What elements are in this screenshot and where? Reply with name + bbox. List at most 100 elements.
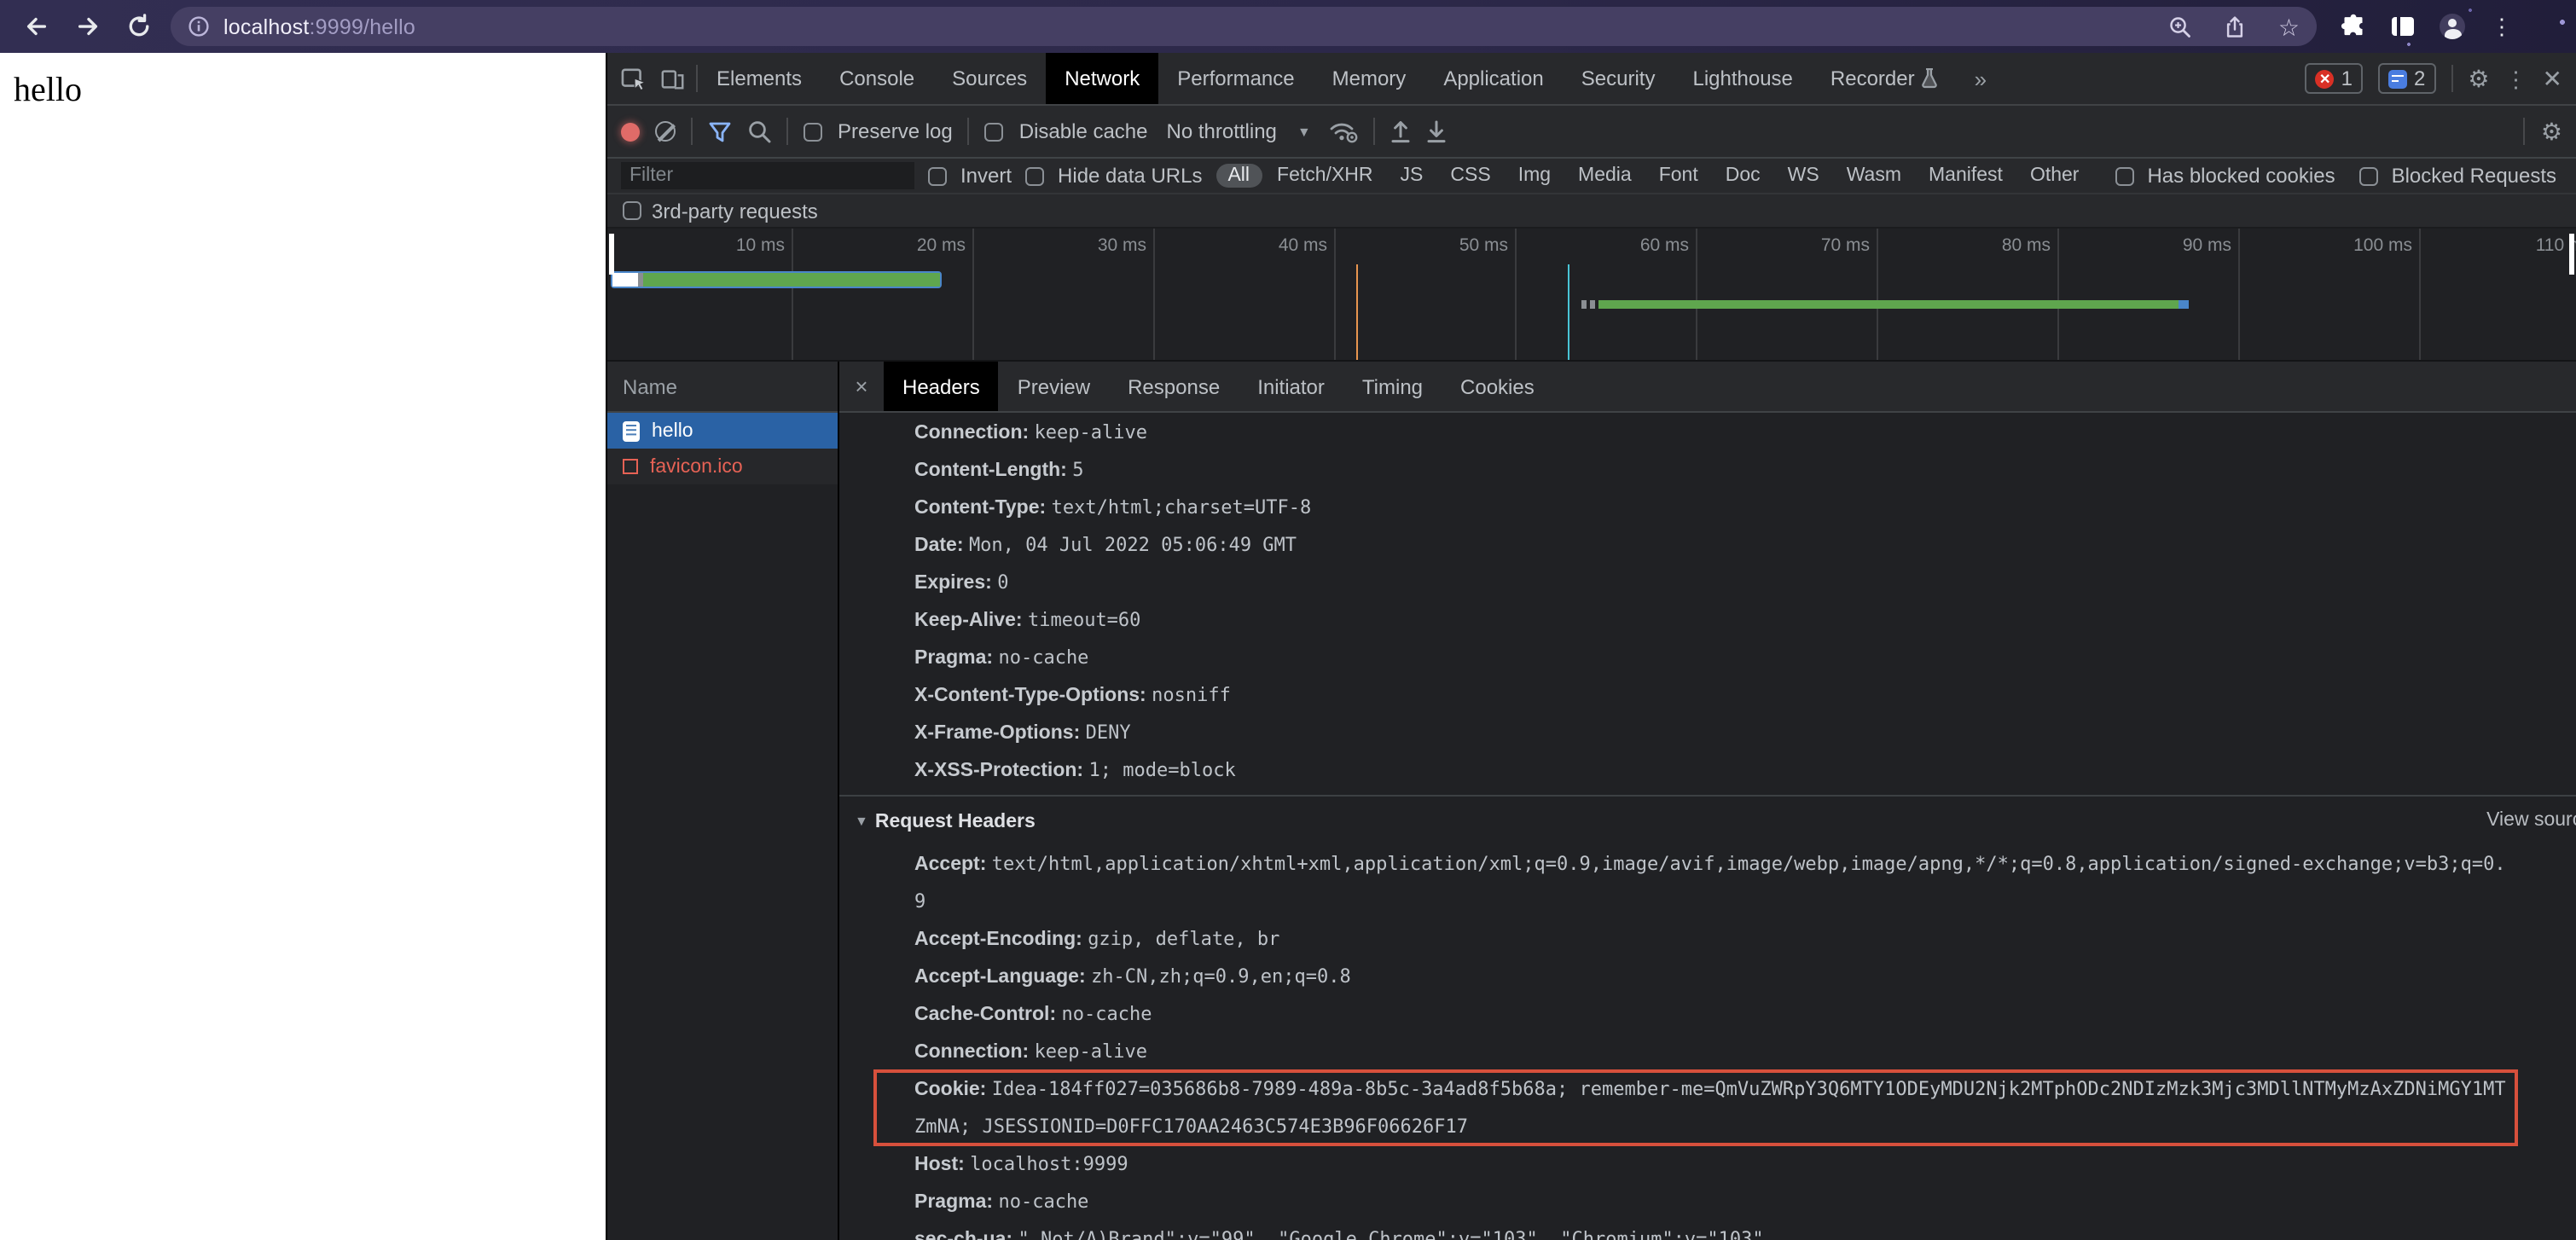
devtools-tab[interactable]: Performance [1158,53,1313,104]
divider [2523,118,2526,145]
details-tab[interactable]: Response [1109,362,1239,411]
third-party-label[interactable]: 3rd-party requests [652,199,818,223]
request-type-chip[interactable]: JS [1389,164,1436,188]
request-type-chip[interactable]: Media [1566,164,1644,188]
side-panel-icon[interactable] [2392,17,2414,36]
request-type-chip[interactable]: Wasm [1835,164,1913,188]
hide-data-urls-label[interactable]: Hide data URLs [1058,164,1202,188]
request-list: hello favicon.ico [607,413,838,484]
device-toolbar-icon[interactable] [660,66,686,91]
has-blocked-cookies-checkbox[interactable] [2115,166,2134,185]
overview-right-handle[interactable] [2569,234,2574,275]
blocked-requests-label[interactable]: Blocked Requests [2392,164,2556,188]
has-blocked-cookies-label[interactable]: Has blocked cookies [2147,164,2335,188]
settings-gear-icon[interactable]: ⚙ [2468,67,2489,90]
request-type-chip[interactable]: Fetch/XHR [1265,164,1385,188]
details-tab[interactable]: Preview [999,362,1109,411]
devtools-close-icon[interactable]: ✕ [2543,64,2562,93]
preserve-log-checkbox[interactable] [804,122,822,141]
details-close-icon[interactable]: × [839,374,884,399]
divider [1373,118,1376,145]
throttling-select[interactable]: No throttling ▼ [1163,119,1314,143]
request-type-chip[interactable]: Other [2018,164,2092,188]
overview-left-handle[interactable] [609,234,614,275]
disclosure-triangle-icon[interactable]: ▼ [855,803,868,841]
network-settings-gear-icon[interactable]: ⚙ [2541,119,2562,143]
third-party-checkbox[interactable] [623,201,641,220]
export-har-icon[interactable] [1391,119,1412,143]
zoom-icon[interactable] [2169,14,2193,38]
section-title[interactable]: Request Headers [875,812,1036,832]
search-icon[interactable] [747,119,771,143]
waterfall-bar-hello[interactable] [611,271,942,288]
devtools-tab[interactable]: Lighthouse [1674,53,1811,104]
inspect-element-icon[interactable] [621,66,648,91]
back-icon[interactable] [20,11,51,42]
filter-input[interactable] [621,162,914,189]
details-tab[interactable]: Timing [1343,362,1442,411]
preserve-log-label[interactable]: Preserve log [838,119,953,143]
request-name-column: Name hello favicon.ico [607,362,839,1240]
name-column-header[interactable]: Name [607,362,838,413]
disable-cache-checkbox[interactable] [984,122,1004,141]
more-tabs-chevrons[interactable]: » [1958,66,2004,91]
chevron-down-icon: ▼ [1297,124,1311,139]
devtools-tab[interactable]: Elements [698,53,821,104]
request-row[interactable]: favicon.ico [607,449,838,484]
request-type-chip[interactable]: Font [1647,164,1710,188]
timeline-gridline [2238,229,2240,360]
browser-menu-kebab-icon[interactable]: ⋮ [2491,15,2513,38]
waterfall-segment-waiting [612,273,638,287]
request-type-chip[interactable]: WS [1776,164,1831,188]
record-button[interactable] [621,122,640,141]
header-value: no-cache [998,1191,1089,1213]
request-type-chip[interactable]: Doc [1714,164,1772,188]
import-har-icon[interactable] [1427,119,1448,143]
clear-icon[interactable] [655,121,676,142]
network-conditions-icon[interactable] [1330,119,1359,143]
disable-cache-label[interactable]: Disable cache [1019,119,1148,143]
devtools-tab[interactable]: Network [1046,53,1159,104]
invert-checkbox[interactable] [928,166,947,185]
devtools-menu-kebab-icon[interactable]: ⋮ [2505,67,2527,90]
devtools-tab[interactable]: Security [1563,53,1674,104]
url-bar[interactable]: localhost:9999/hello ☆ [171,7,2317,46]
devtools-tab[interactable]: Sources [933,53,1046,104]
view-source-link[interactable]: View source [2486,802,2576,839]
details-tab[interactable]: Headers [884,362,999,411]
error-badge[interactable]: ✕ 1 [2305,63,2364,94]
details-tab[interactable]: Initiator [1239,362,1343,411]
issues-badge[interactable]: 2 [2378,63,2436,94]
details-tab[interactable]: Cookies [1442,362,1553,411]
hide-data-urls-checkbox[interactable] [1025,166,1045,185]
header-value: timeout=60 [1027,609,1141,631]
site-info-icon[interactable] [188,15,210,38]
request-headers-list: Accept: text/html,application/xhtml+xml,… [839,841,2576,1240]
devtools-tab[interactable]: Console [821,53,933,104]
reload-icon[interactable] [123,11,154,42]
request-type-chip[interactable]: All [1215,164,1262,188]
request-row[interactable]: hello [607,413,838,449]
timeline-tick-label: 20 ms [916,235,966,256]
filter-funnel-icon[interactable] [708,120,732,142]
devtools-tab[interactable]: Memory [1314,53,1425,104]
share-icon[interactable] [2224,14,2248,38]
devtools-tab[interactable]: Application [1424,53,1562,104]
request-type-chip[interactable]: CSS [1438,164,1502,188]
header-value: 5 [1072,459,1084,481]
profile-avatar[interactable] [2440,14,2465,39]
devtools-tabbar: Elements Console Sources Network Perform… [607,53,2576,106]
forward-icon[interactable] [72,11,102,42]
request-type-chips: All Fetch/XHR JS CSS Img Media Font Doc WS Wasm Ma… [1215,164,2091,188]
header-name: Host: [914,1155,965,1175]
waterfall-bar-favicon[interactable] [1581,300,2190,309]
invert-label[interactable]: Invert [960,164,1012,188]
bookmark-star-icon[interactable]: ☆ [2278,14,2300,38]
blocked-requests-checkbox[interactable] [2358,166,2378,185]
request-type-chip[interactable]: Manifest [1917,164,2015,188]
extensions-puzzle-icon[interactable] [2341,14,2366,39]
network-overview-timeline[interactable]: 10 ms 20 ms 30 ms 40 ms 50 ms 60 ms 70 ms 80 ms… [607,229,2576,362]
experiment-flask-icon [1922,68,1939,89]
request-type-chip[interactable]: Img [1506,164,1563,188]
devtools-tab[interactable]: Recorder [1812,53,1958,104]
